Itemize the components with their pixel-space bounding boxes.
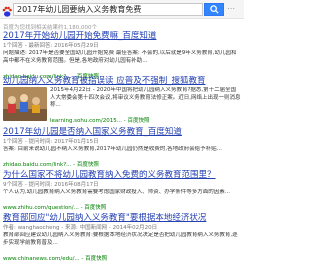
search-result: 幼儿园纳入义务教育被指误读 应普及不强制_搜狐教育 2015年4月22日 - 2… — [3, 76, 241, 125]
search-result: 2017年幼儿园是否纳入国家义务教育_百度知道 1个回答 - 提问时间: 201… — [3, 127, 241, 169]
baidu-paw-logo-icon[interactable] — [2, 3, 12, 17]
result-url[interactable]: learning.sohu.com/2015... - 百度快照 — [50, 117, 241, 125]
result-abstract: 教育部回应建议幼儿园纳入义务教育:要根据本地经济状况决定是否把幼儿园教育纳入义务… — [3, 232, 238, 246]
search-result: 2017年开始幼儿园开始免费嘛_百度知道 1个回答 - 最新回答: 2016年0… — [3, 31, 241, 81]
result-url[interactable]: zhidao.baidu.com/link?... - 百度快照 — [3, 161, 241, 169]
result-abstract: 2015年4月22日 - 2020年中国将把幼儿园纳入义务教育?据悉,第十二届全… — [50, 87, 241, 108]
result-url[interactable]: www.chinanews.com/edu/... - 百度快照 — [3, 255, 241, 263]
search-result: 教育部回应"幼儿园纳入义务教育"要根据本地经济状况 作者: wanghaoche… — [3, 213, 241, 263]
search-input[interactable]: 2017年幼儿园要纳入义务教育免费 — [13, 3, 203, 16]
search-result: 为什么国家不将幼儿园教育纳入免费的义务教育范围里？ 9个回答 - 提问时间: 2… — [3, 170, 241, 212]
result-meta: 9个回答 - 提问时间: 2016年08月17日 — [3, 182, 99, 188]
result-abstract: 问题描述: 2017年是否要全国幼儿园开始免费 最佳答案: 不会的,以后就是9年… — [3, 50, 237, 64]
result-thumbnail-image[interactable] — [3, 87, 47, 121]
result-title-link[interactable]: 2017年幼儿园是否纳入国家义务教育_百度知道 — [3, 127, 241, 138]
result-title-link[interactable]: 2017年开始幼儿园开始免费嘛_百度知道 — [3, 31, 241, 42]
result-meta: 1个回答 - 最新回答: 2016年05月29日 — [3, 43, 99, 49]
result-title-link[interactable]: 教育部回应"幼儿园纳入义务教育"要根据本地经济状况 — [3, 213, 241, 224]
result-title-link[interactable]: 幼儿园纳入义务教育被指误读 应普及不强制_搜狐教育 — [3, 76, 241, 87]
more-icon[interactable]: ⋯ — [227, 4, 235, 13]
search-button[interactable] — [204, 3, 224, 16]
result-url[interactable]: www.zhihu.com/question/... - 百度快照 — [3, 204, 241, 212]
search-header: 2017年幼儿园要纳入义务教育免费 ⋯ — [0, 0, 244, 19]
search-icon — [210, 5, 219, 14]
result-abstract: 个人认为,幼儿园教育纳入义务教育需要考虑国家财政投入、师资、办学条件等多方面的因… — [3, 189, 230, 195]
result-meta: 作者: wanghaocheng - 来源: 中国新闻网 - 2014年02月2… — [3, 225, 158, 231]
result-abstract: 答案: 目前来说幼儿园不纳入义务教育,2017年幼儿园仍然是收费的,各地政府会给… — [3, 146, 222, 152]
result-stats: 百度为您找到相关结果约1,180,000个 — [3, 25, 97, 31]
result-meta: 1个回答 - 提问时间: 2017年01月15日 — [3, 139, 99, 145]
result-title-link[interactable]: 为什么国家不将幼儿园教育纳入免费的义务教育范围里？ — [3, 170, 241, 181]
